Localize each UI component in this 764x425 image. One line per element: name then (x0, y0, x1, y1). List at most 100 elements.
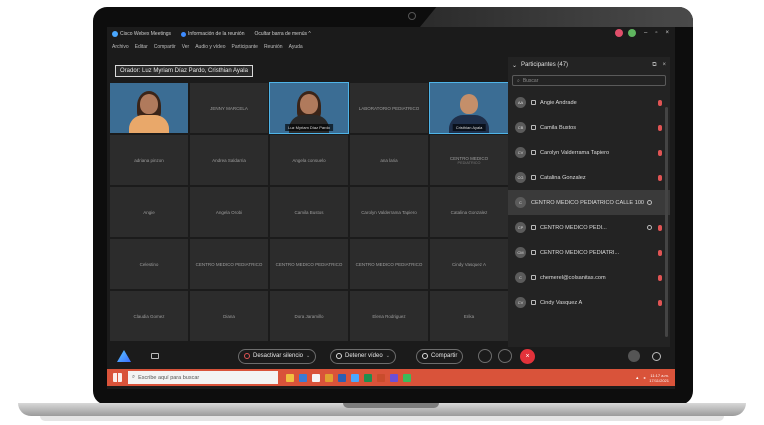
webex-taskbar-icon[interactable] (351, 373, 359, 382)
laptop-shadow (40, 416, 724, 421)
popout-icon[interactable]: ⧉ (652, 62, 656, 69)
participant-name: CENTRO MEDICO PEDIATRICO CALLE 100 (531, 199, 645, 206)
menu-item[interactable]: Audio y vídeo (195, 44, 225, 50)
chevron-down-icon[interactable]: ⌄ (512, 62, 517, 69)
stop-video-button[interactable]: Detener vídeo ⌄ (330, 348, 396, 364)
teams-icon[interactable] (390, 373, 398, 382)
participant-tile[interactable]: CENTRO MEDICO PEDIATRICO (190, 239, 268, 289)
menu-item[interactable]: Ver (182, 44, 190, 50)
participant-tile[interactable]: Camila Bustos (270, 187, 348, 237)
webcam (408, 12, 416, 20)
hide-menu-button[interactable]: Ocultar barra de menús ^ (254, 31, 310, 37)
video-tile[interactable]: Luz Myriam Díaz Pardo (269, 82, 349, 134)
maximize-icon[interactable]: ▫ (655, 30, 657, 36)
video-tile[interactable]: Cristhian Ayala (429, 82, 509, 134)
participant-row[interactable]: CP CENTRO MEDICO PEDI... (508, 215, 670, 240)
participant-row[interactable]: CV Carolyn Valderrama Tapiero (508, 140, 670, 165)
menu-item[interactable]: Participante (232, 44, 258, 50)
video-tile[interactable] (110, 83, 188, 133)
file-explorer-icon[interactable] (286, 373, 294, 382)
microphone-muted-icon[interactable] (658, 299, 662, 306)
menu-item[interactable]: Compartir (154, 44, 176, 50)
participant-tile[interactable]: Celestino (110, 239, 188, 289)
windows-start-icon[interactable] (113, 373, 122, 382)
taskbar-clock[interactable]: 11:17 a.m. 17/11/2021 (649, 373, 669, 383)
microphone-muted-icon[interactable] (658, 149, 662, 156)
more-icon[interactable] (647, 225, 652, 230)
participant-tile[interactable]: LABORATORIO PEDIATRICO (350, 83, 428, 133)
participant-row[interactable]: C CENTRO MEDICO PEDIATRICO CALLE 100 (508, 190, 670, 215)
chevron-down-icon[interactable]: ⌄ (306, 353, 310, 359)
participants-toggle-icon[interactable] (628, 350, 640, 362)
reactions-button[interactable] (478, 349, 492, 363)
participant-name: chemerel@colsanitas.com (540, 274, 606, 281)
taskbar-search-input[interactable]: ⌕ Escribe aquí para buscar (128, 371, 278, 384)
chat-icon[interactable] (652, 351, 661, 361)
network-icon[interactable]: ▲ (635, 375, 639, 380)
chevron-down-icon[interactable]: ⌄ (386, 353, 390, 359)
device-icon (531, 250, 536, 255)
participant-tile[interactable]: JENNY MARCELA (190, 83, 268, 133)
participant-row[interactable]: AA Angie Andrade (508, 90, 670, 115)
webex-icon (112, 31, 118, 37)
menu-item[interactable]: Reunión (264, 44, 283, 50)
captions-icon[interactable] (151, 353, 159, 359)
status-avatar[interactable] (628, 29, 636, 37)
share-button[interactable]: Compartir (416, 348, 464, 364)
participant-tile[interactable]: Claudia Gomez (110, 291, 188, 341)
participant-tile[interactable]: Angie (110, 187, 188, 237)
microphone-muted-icon[interactable] (658, 249, 662, 256)
minimize-icon[interactable]: – (644, 30, 647, 36)
participant-tile[interactable]: adriana pinzon (110, 135, 188, 185)
meeting-info-button[interactable]: Información de la reunión (181, 31, 244, 37)
participant-tile[interactable]: CENTRO MEDICO PEDIATRICO (430, 135, 508, 185)
share-icon (422, 353, 428, 359)
participant-tile[interactable]: CENTRO MEDICO PEDIATRICO (270, 239, 348, 289)
microphone-muted-icon[interactable] (658, 174, 662, 181)
participant-row[interactable]: CB Camila Bustos (508, 115, 670, 140)
folder-icon[interactable] (325, 373, 333, 382)
user-avatar[interactable] (615, 29, 623, 37)
participant-tile[interactable]: Carolyn Valderrama Tapiero (350, 187, 428, 237)
microphone-muted-icon[interactable] (658, 124, 662, 131)
hide-menu-label: Ocultar barra de menús ^ (254, 31, 311, 37)
participant-row[interactable]: CM CENTRO MEDICO PEDIATRI... (508, 240, 670, 265)
participant-tile[interactable]: Diana (190, 291, 268, 341)
powerpoint-icon[interactable] (377, 373, 385, 382)
volume-icon[interactable]: ◂ (643, 375, 645, 380)
menu-item[interactable]: Editar (135, 44, 148, 50)
participant-tile[interactable]: ana laria (350, 135, 428, 185)
microphone-muted-icon[interactable] (658, 274, 662, 281)
app-title: Cisco Webex Meetings (120, 31, 172, 37)
mute-button[interactable]: Desactivar silencio ⌄ (238, 348, 317, 364)
participant-tile[interactable]: Cindy Vasquez A (430, 239, 508, 289)
end-call-button[interactable]: × (520, 348, 535, 364)
chrome-icon[interactable] (403, 373, 411, 382)
participant-tile[interactable]: CENTRO MEDICO PEDIATRICO (350, 239, 428, 289)
edge-icon[interactable] (299, 373, 307, 382)
participant-row[interactable]: CG Catalina Gonzalez (508, 165, 670, 190)
participant-tile[interactable]: Angela consuelo (270, 135, 348, 185)
more-icon[interactable] (647, 200, 652, 205)
panel-scrollbar[interactable] (665, 107, 668, 337)
excel-icon[interactable] (364, 373, 372, 382)
panel-close-icon[interactable]: × (662, 62, 666, 69)
participant-search-input[interactable]: ⌕ Buscar (512, 75, 666, 86)
participant-tile[interactable]: Dora Jaramillo (270, 291, 348, 341)
video-label: Detener vídeo (345, 353, 383, 359)
participant-tile[interactable]: Catalina Gonzalez (430, 187, 508, 237)
participant-tile[interactable]: Erika (430, 291, 508, 341)
participant-row[interactable]: Cchemerel@colsanitas.com (508, 265, 670, 290)
microphone-muted-icon[interactable] (658, 99, 662, 106)
participant-tile[interactable]: Angela Orobi (190, 187, 268, 237)
menu-item[interactable]: Archivo (112, 44, 129, 50)
participant-tile[interactable]: Elena Rodriguez (350, 291, 428, 341)
store-icon[interactable] (312, 373, 320, 382)
menu-item[interactable]: Ayuda (289, 44, 303, 50)
close-icon[interactable]: × (665, 30, 669, 36)
participant-tile[interactable]: Andrea Saldarria (190, 135, 268, 185)
word-icon[interactable] (338, 373, 346, 382)
more-options-button[interactable] (498, 349, 512, 363)
participant-row[interactable]: CV Cindy Vasquez A (508, 290, 670, 315)
microphone-muted-icon[interactable] (658, 224, 662, 231)
